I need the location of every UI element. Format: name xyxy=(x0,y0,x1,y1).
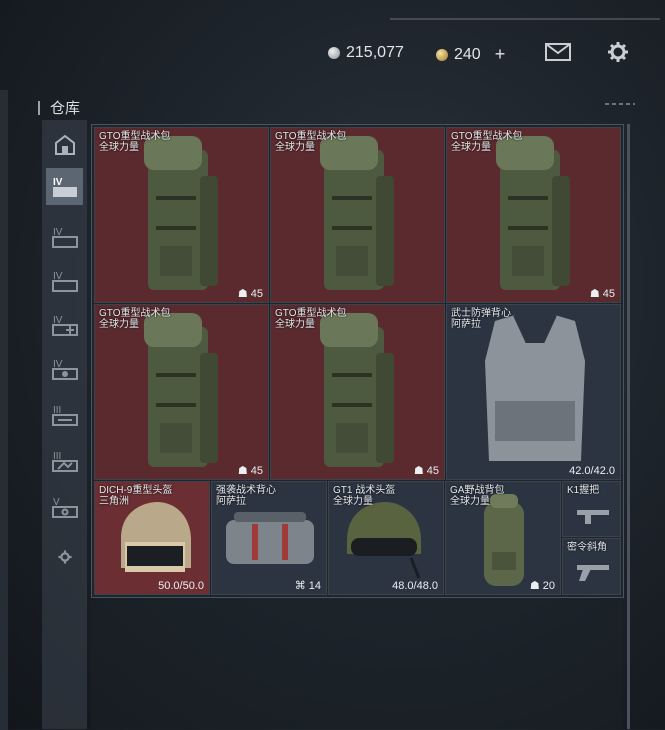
item-name: GT1 战术头盔 全球力量 xyxy=(333,485,396,507)
item-name: 武士防弹背心 阿萨拉 xyxy=(451,308,511,330)
tactical-vest-icon xyxy=(226,512,314,564)
item-name: DICH-9重型头盔 三角洲 xyxy=(99,485,173,507)
helmet-icon xyxy=(347,502,421,579)
weight-icon: ☗ xyxy=(237,465,248,477)
item-slot[interactable]: GTO重型战术包 全球力量 xyxy=(270,127,445,303)
item-slot[interactable]: 密令斜角 xyxy=(562,538,621,595)
item-slot[interactable]: GTO重型战术包 全球力量 ☗ 45 xyxy=(94,304,269,480)
level-iv-icon-3[interactable]: IV xyxy=(46,262,83,299)
silver-coin-icon xyxy=(328,47,340,59)
silver-amount: 215,077 xyxy=(346,44,404,61)
item-slot[interactable]: GTO重型战术包 全球力量 ☗ 45 xyxy=(94,127,269,303)
gold-amount: 240 xyxy=(454,45,481,63)
backpack-icon xyxy=(320,136,394,290)
storage-title: 仓库 xyxy=(38,97,80,118)
item-name: GA野战背包 全球力量 xyxy=(450,485,505,507)
mail-icon[interactable] xyxy=(544,40,572,64)
item-name: GTO重型战术包 全球力量 xyxy=(275,308,347,330)
add-currency-button[interactable]: + xyxy=(495,44,506,65)
item-weight: ☗ 45 xyxy=(237,287,263,301)
storage-sidebar: IV IV IV IV IV III III V xyxy=(42,120,87,729)
item-slots: ⌘ 14 xyxy=(294,579,321,593)
level-iii-icon-2[interactable]: III xyxy=(46,442,83,479)
item-slot[interactable]: GTO重型战术包 全球力量 ☗ 45 xyxy=(446,127,621,303)
svg-text:IV: IV xyxy=(53,177,63,188)
gear-icon[interactable] xyxy=(604,40,632,64)
item-slot[interactable]: K1握把 xyxy=(562,481,621,537)
item-weight: ☗ 45 xyxy=(589,287,615,301)
angled-grip-icon xyxy=(577,565,609,581)
storage-grid: GTO重型战术包 全球力量 ☗ 45 GTO重型战术包 全球力量 GTO重型战术包 全球… xyxy=(91,124,624,598)
item-slot[interactable]: 武士防弹背心 阿萨拉 42.0/42.0 xyxy=(446,304,621,480)
item-slot[interactable]: DICH-9重型头盔 三角洲 50.0/50.0 xyxy=(94,481,210,595)
backpack-icon xyxy=(320,313,394,467)
level-iv-icon-2[interactable]: IV xyxy=(46,218,83,255)
vest-slot-icon: ⌘ xyxy=(294,580,306,592)
item-name: 强袭战术背心 阿萨拉 xyxy=(216,485,276,507)
level-iii-icon[interactable]: III xyxy=(46,396,83,433)
item-name: 密令斜角 xyxy=(567,542,607,553)
weight-icon: ☗ xyxy=(529,580,540,592)
item-weight: ☗ 20 xyxy=(529,579,555,593)
item-durability: 50.0/50.0 xyxy=(158,580,204,592)
item-name: GTO重型战术包 全球力量 xyxy=(99,131,171,153)
top-divider xyxy=(390,18,660,20)
item-durability: 48.0/48.0 xyxy=(392,580,438,592)
item-name: GTO重型战术包 全球力量 xyxy=(99,308,171,330)
backpack-icon xyxy=(144,136,218,290)
item-name: K1握把 xyxy=(567,485,600,496)
helmet-icon xyxy=(121,502,191,572)
level-iv-icon-5[interactable]: IV xyxy=(46,350,83,387)
item-slot[interactable]: GTO重型战术包 全球力量 ☗ 45 xyxy=(270,304,445,480)
scrollbar[interactable] xyxy=(627,124,630,729)
item-slot[interactable]: GA野战背包 全球力量 ☗ 20 xyxy=(445,481,561,595)
item-name: GTO重型战术包 全球力量 xyxy=(451,131,523,153)
weight-icon: ☗ xyxy=(237,288,248,300)
dots-indicator xyxy=(605,103,635,105)
grip-icon xyxy=(577,510,609,524)
weight-icon: ☗ xyxy=(589,288,600,300)
gold-coin-icon xyxy=(436,48,448,61)
storage-title-text: 仓库 xyxy=(50,100,81,117)
field-backpack-icon xyxy=(484,494,524,586)
weight-icon: ☗ xyxy=(413,465,424,477)
empty-storage-area xyxy=(91,600,622,729)
gear-icon[interactable] xyxy=(46,538,83,575)
backpack-icon xyxy=(496,136,570,290)
level-v-icon[interactable]: V xyxy=(46,488,83,525)
backpack-icon xyxy=(144,313,218,467)
item-durability: 42.0/42.0 xyxy=(569,465,615,477)
home-icon[interactable] xyxy=(46,126,83,163)
item-weight: ☗ 45 xyxy=(413,464,439,478)
item-weight: ☗ 45 xyxy=(237,464,263,478)
item-slot[interactable]: 强袭战术背心 阿萨拉 ⌘ 14 xyxy=(211,481,327,595)
level-iv-icon-4[interactable]: IV xyxy=(46,306,83,343)
left-panel-edge xyxy=(0,90,8,730)
top-bar: 215,077 240 + xyxy=(0,0,665,80)
armor-vest-icon xyxy=(485,314,585,461)
level-iv-icon[interactable]: IV xyxy=(46,168,83,205)
item-slot[interactable]: GT1 战术头盔 全球力量 48.0/48.0 xyxy=(328,481,444,595)
gold-currency[interactable]: 240 + xyxy=(436,44,505,65)
item-name: GTO重型战术包 全球力量 xyxy=(275,131,347,153)
silver-currency: 215,077 xyxy=(328,44,404,62)
title-bar xyxy=(38,100,40,115)
